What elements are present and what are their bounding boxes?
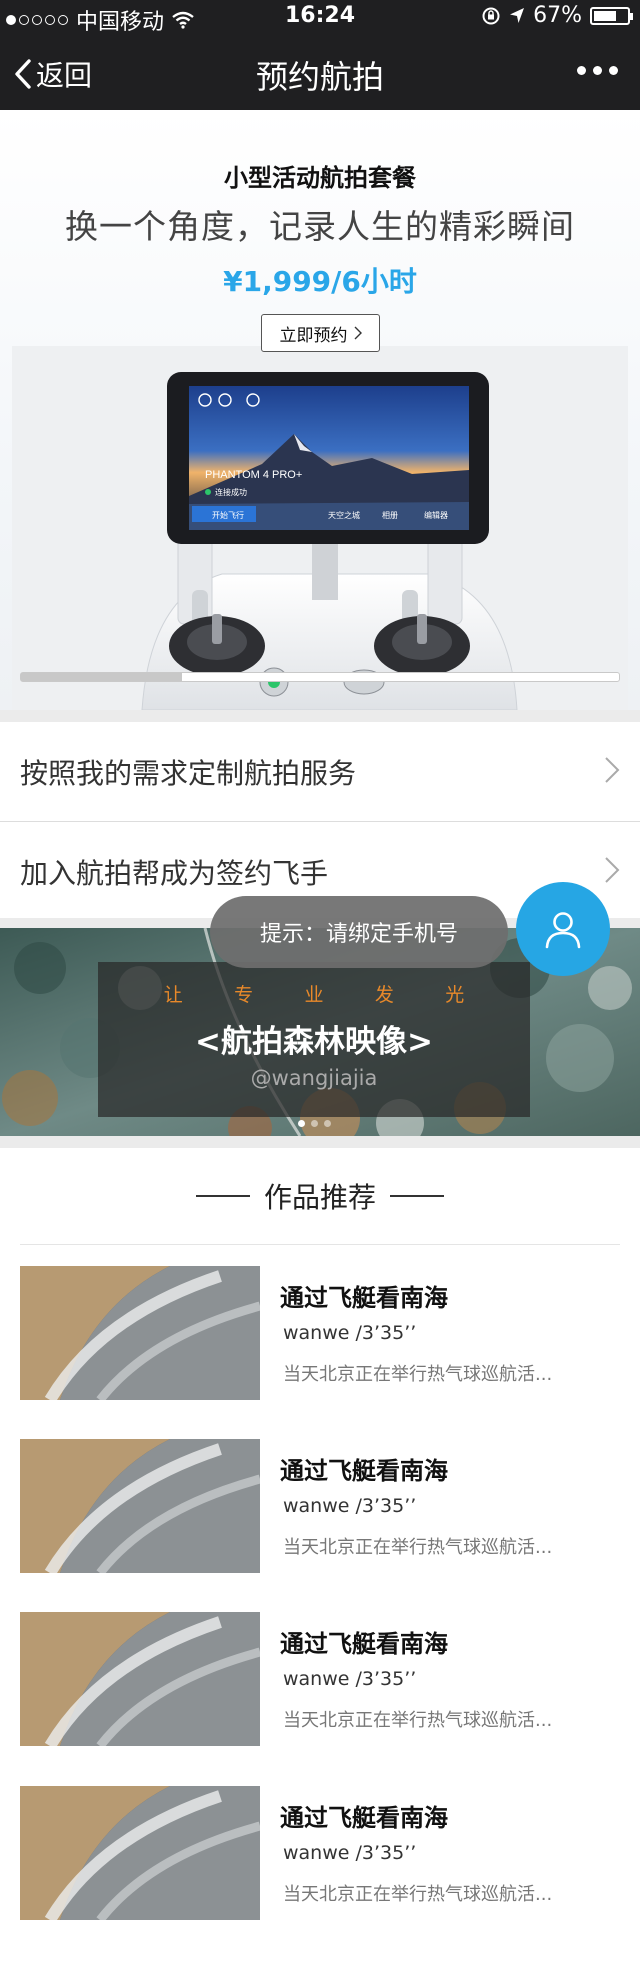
work-meta: wanwe /3’35’’: [283, 1322, 417, 1344]
controller-image: PHANTOM 4 PRO+ 连接成功 开始飞行 天空之城 相册 编辑器: [12, 346, 628, 710]
work-meta: wanwe /3’35’’: [283, 1668, 417, 1690]
work-title: 通过飞艇看南海: [280, 1457, 448, 1485]
page-title: 预约航拍: [255, 58, 384, 96]
user-profile-button[interactable]: [516, 882, 610, 976]
screen-tab-2: 相册: [382, 510, 398, 520]
chevron-right-icon: [605, 857, 620, 883]
custom-service-label: 按照我的需求定制航拍服务: [20, 757, 357, 790]
carousel-progress: [20, 672, 620, 682]
banner-pager[interactable]: [298, 1120, 331, 1127]
pager-dot[interactable]: [298, 1120, 305, 1127]
work-title: 通过飞艇看南海: [280, 1284, 448, 1312]
work-title: 通过飞艇看南海: [280, 1804, 448, 1832]
more-button[interactable]: [577, 66, 618, 75]
banner-caption: 让 专 业 发 光 <航拍森林映像> @wangjiajia: [98, 962, 530, 1117]
hero-section: 小型活动航拍套餐 换一个角度，记录人生的精彩瞬间 ¥1,999/6小时 PHAN…: [0, 110, 640, 710]
chevron-right-icon: [354, 326, 362, 340]
section-divider: [0, 1136, 640, 1148]
drone-controller-illustration: PHANTOM 4 PRO+ 连接成功 开始飞行 天空之城 相册 编辑器: [141, 372, 518, 710]
work-card[interactable]: 通过飞艇看南海 wanwe /3’35’’ 当天北京正在举行热气球巡航活...: [0, 1439, 640, 1573]
status-right: 67%: [481, 3, 633, 28]
nav-bar: 返回 预约航拍: [0, 36, 640, 110]
screen-brand: PHANTOM 4 PRO+: [205, 469, 302, 481]
banner-author: @wangjiajia: [250, 1066, 378, 1090]
title-rule: [390, 1195, 444, 1197]
page: 中国移动 16:24 67% 返回 预约航拍 小型活动航拍套餐 换一个角度，记录…: [0, 0, 640, 1962]
tagline-char: 让: [163, 984, 183, 1006]
title-rule: [195, 1195, 250, 1197]
book-now-label: 立即预约: [279, 325, 348, 346]
work-thumbnail: [20, 1266, 260, 1400]
screen-start: 开始飞行: [212, 510, 244, 520]
banner-title: <航拍森林映像>: [195, 1024, 433, 1060]
work-description: 当天北京正在举行热气球巡航活...: [283, 1884, 553, 1905]
location-icon: [510, 7, 525, 23]
work-thumbnail: [20, 1612, 260, 1746]
screen-tab-3: 编辑器: [424, 510, 448, 520]
tagline-char: 光: [445, 984, 465, 1006]
user-icon: [545, 912, 581, 949]
work-meta: wanwe /3’35’’: [283, 1842, 417, 1864]
work-meta: wanwe /3’35’’: [283, 1495, 417, 1517]
work-card[interactable]: 通过飞艇看南海 wanwe /3’35’’ 当天北京正在举行热气球巡航活...: [0, 1266, 640, 1400]
tagline-char: 业: [304, 984, 324, 1006]
battery-percent: 67%: [533, 3, 582, 28]
status-bar: 中国移动 16:24 67%: [0, 0, 640, 36]
package-price: ¥1,999/6小时: [223, 265, 417, 298]
work-description: 当天北京正在举行热气球巡航活...: [283, 1537, 553, 1558]
work-description: 当天北京正在举行热气球巡航活...: [283, 1364, 553, 1385]
pager-dot[interactable]: [311, 1120, 318, 1127]
work-title: 通过飞艇看南海: [280, 1630, 448, 1658]
rotation-lock-icon: [482, 7, 500, 24]
work-thumbnail: [20, 1786, 260, 1920]
screen-status: 连接成功: [215, 487, 247, 497]
tagline-char: 发: [374, 984, 394, 1006]
work-description: 当天北京正在举行热气球巡航活...: [283, 1710, 553, 1731]
work-card[interactable]: 通过飞艇看南海 wanwe /3’35’’ 当天北京正在举行热气球巡航活...: [0, 1786, 640, 1920]
section-divider: [0, 710, 640, 722]
tagline-char: 专: [234, 984, 254, 1006]
screen-tab-1: 天空之城: [328, 510, 360, 520]
carousel-progress-fill: [21, 673, 183, 681]
work-thumbnail: [20, 1439, 260, 1573]
toast-message: 提示：请绑定手机号: [210, 896, 508, 968]
battery-icon: [590, 6, 633, 25]
banner-tagline: 让 专 业 发 光: [98, 980, 530, 1007]
work-card[interactable]: 通过飞艇看南海 wanwe /3’35’’ 当天北京正在举行热气球巡航活...: [0, 1612, 640, 1746]
package-subtitle: 小型活动航拍套餐: [224, 164, 416, 192]
works-section-title: 作品推荐: [0, 1176, 640, 1216]
divider: [20, 1244, 620, 1245]
pager-dot[interactable]: [324, 1120, 331, 1127]
custom-service-row[interactable]: 按照我的需求定制航拍服务: [0, 722, 640, 822]
hero-slogan: 换一个角度，记录人生的精彩瞬间: [65, 207, 575, 246]
works-title: 作品推荐: [263, 1181, 376, 1214]
join-pilot-label: 加入航拍帮成为签约飞手: [20, 857, 329, 890]
chevron-right-icon: [605, 757, 620, 783]
book-now-button[interactable]: 立即预约: [261, 314, 380, 352]
